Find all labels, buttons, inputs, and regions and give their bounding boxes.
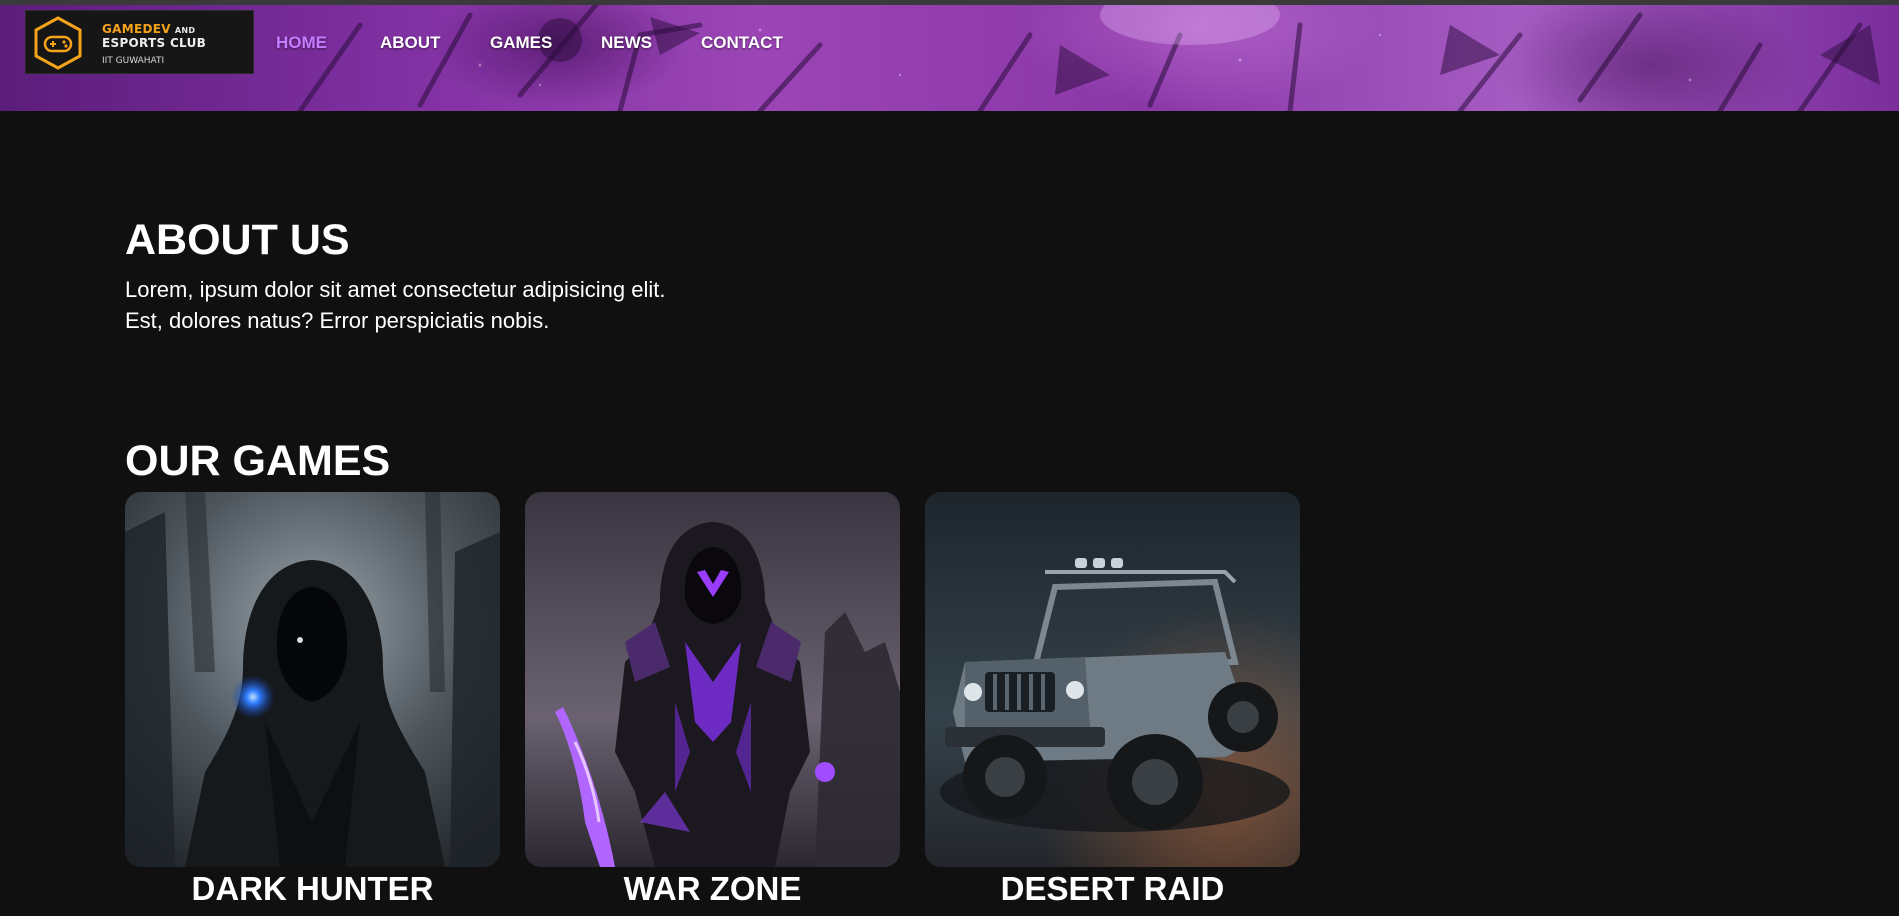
game-title-dark-hunter: DARK HUNTER [191, 870, 434, 907]
brand-line3: IIT GUWAHATI [102, 56, 165, 66]
about-description: Lorem, ipsum dolor sit amet consectetur … [125, 274, 665, 336]
game-title-war-zone: WAR ZONE [623, 870, 802, 907]
dark-hunter-image [125, 492, 500, 867]
about-line-2: Est, dolores natus? Error perspiciatis n… [125, 308, 550, 333]
nav-about-link[interactable]: ABOUT [380, 33, 440, 53]
desert-raid-image [925, 492, 1300, 867]
game-title-desert-raid: DESERT RAID [1000, 870, 1225, 907]
brand-line1: GAMEDEV [102, 22, 171, 36]
nav-contact-link[interactable]: CONTACT [701, 33, 783, 53]
games-title: OUR GAMES [125, 437, 391, 485]
war-zone-image [525, 492, 900, 867]
game-card-war-zone[interactable] [525, 492, 900, 867]
game-card-desert-raid[interactable] [925, 492, 1300, 867]
gamepad-icon [34, 16, 82, 70]
brand-line1-suffix: AND [174, 26, 196, 35]
site-header: GAMEDEV AND ESPORTS CLUB IIT GUWAHATI HOM… [0, 5, 1899, 111]
nav-games-link[interactable]: GAMES [490, 33, 552, 53]
header-banner-art [297, 5, 1880, 111]
nav-home-link[interactable]: HOME [276, 33, 327, 53]
brand-line2: ESPORTS CLUB [102, 36, 207, 50]
nav-news-link[interactable]: NEWS [601, 33, 652, 53]
about-line-1: Lorem, ipsum dolor sit amet consectetur … [125, 277, 666, 302]
club-logo[interactable]: GAMEDEV AND ESPORTS CLUB IIT GUWAHATI [25, 10, 254, 74]
about-title: ABOUT US [125, 216, 350, 264]
game-card-dark-hunter[interactable] [125, 492, 500, 867]
